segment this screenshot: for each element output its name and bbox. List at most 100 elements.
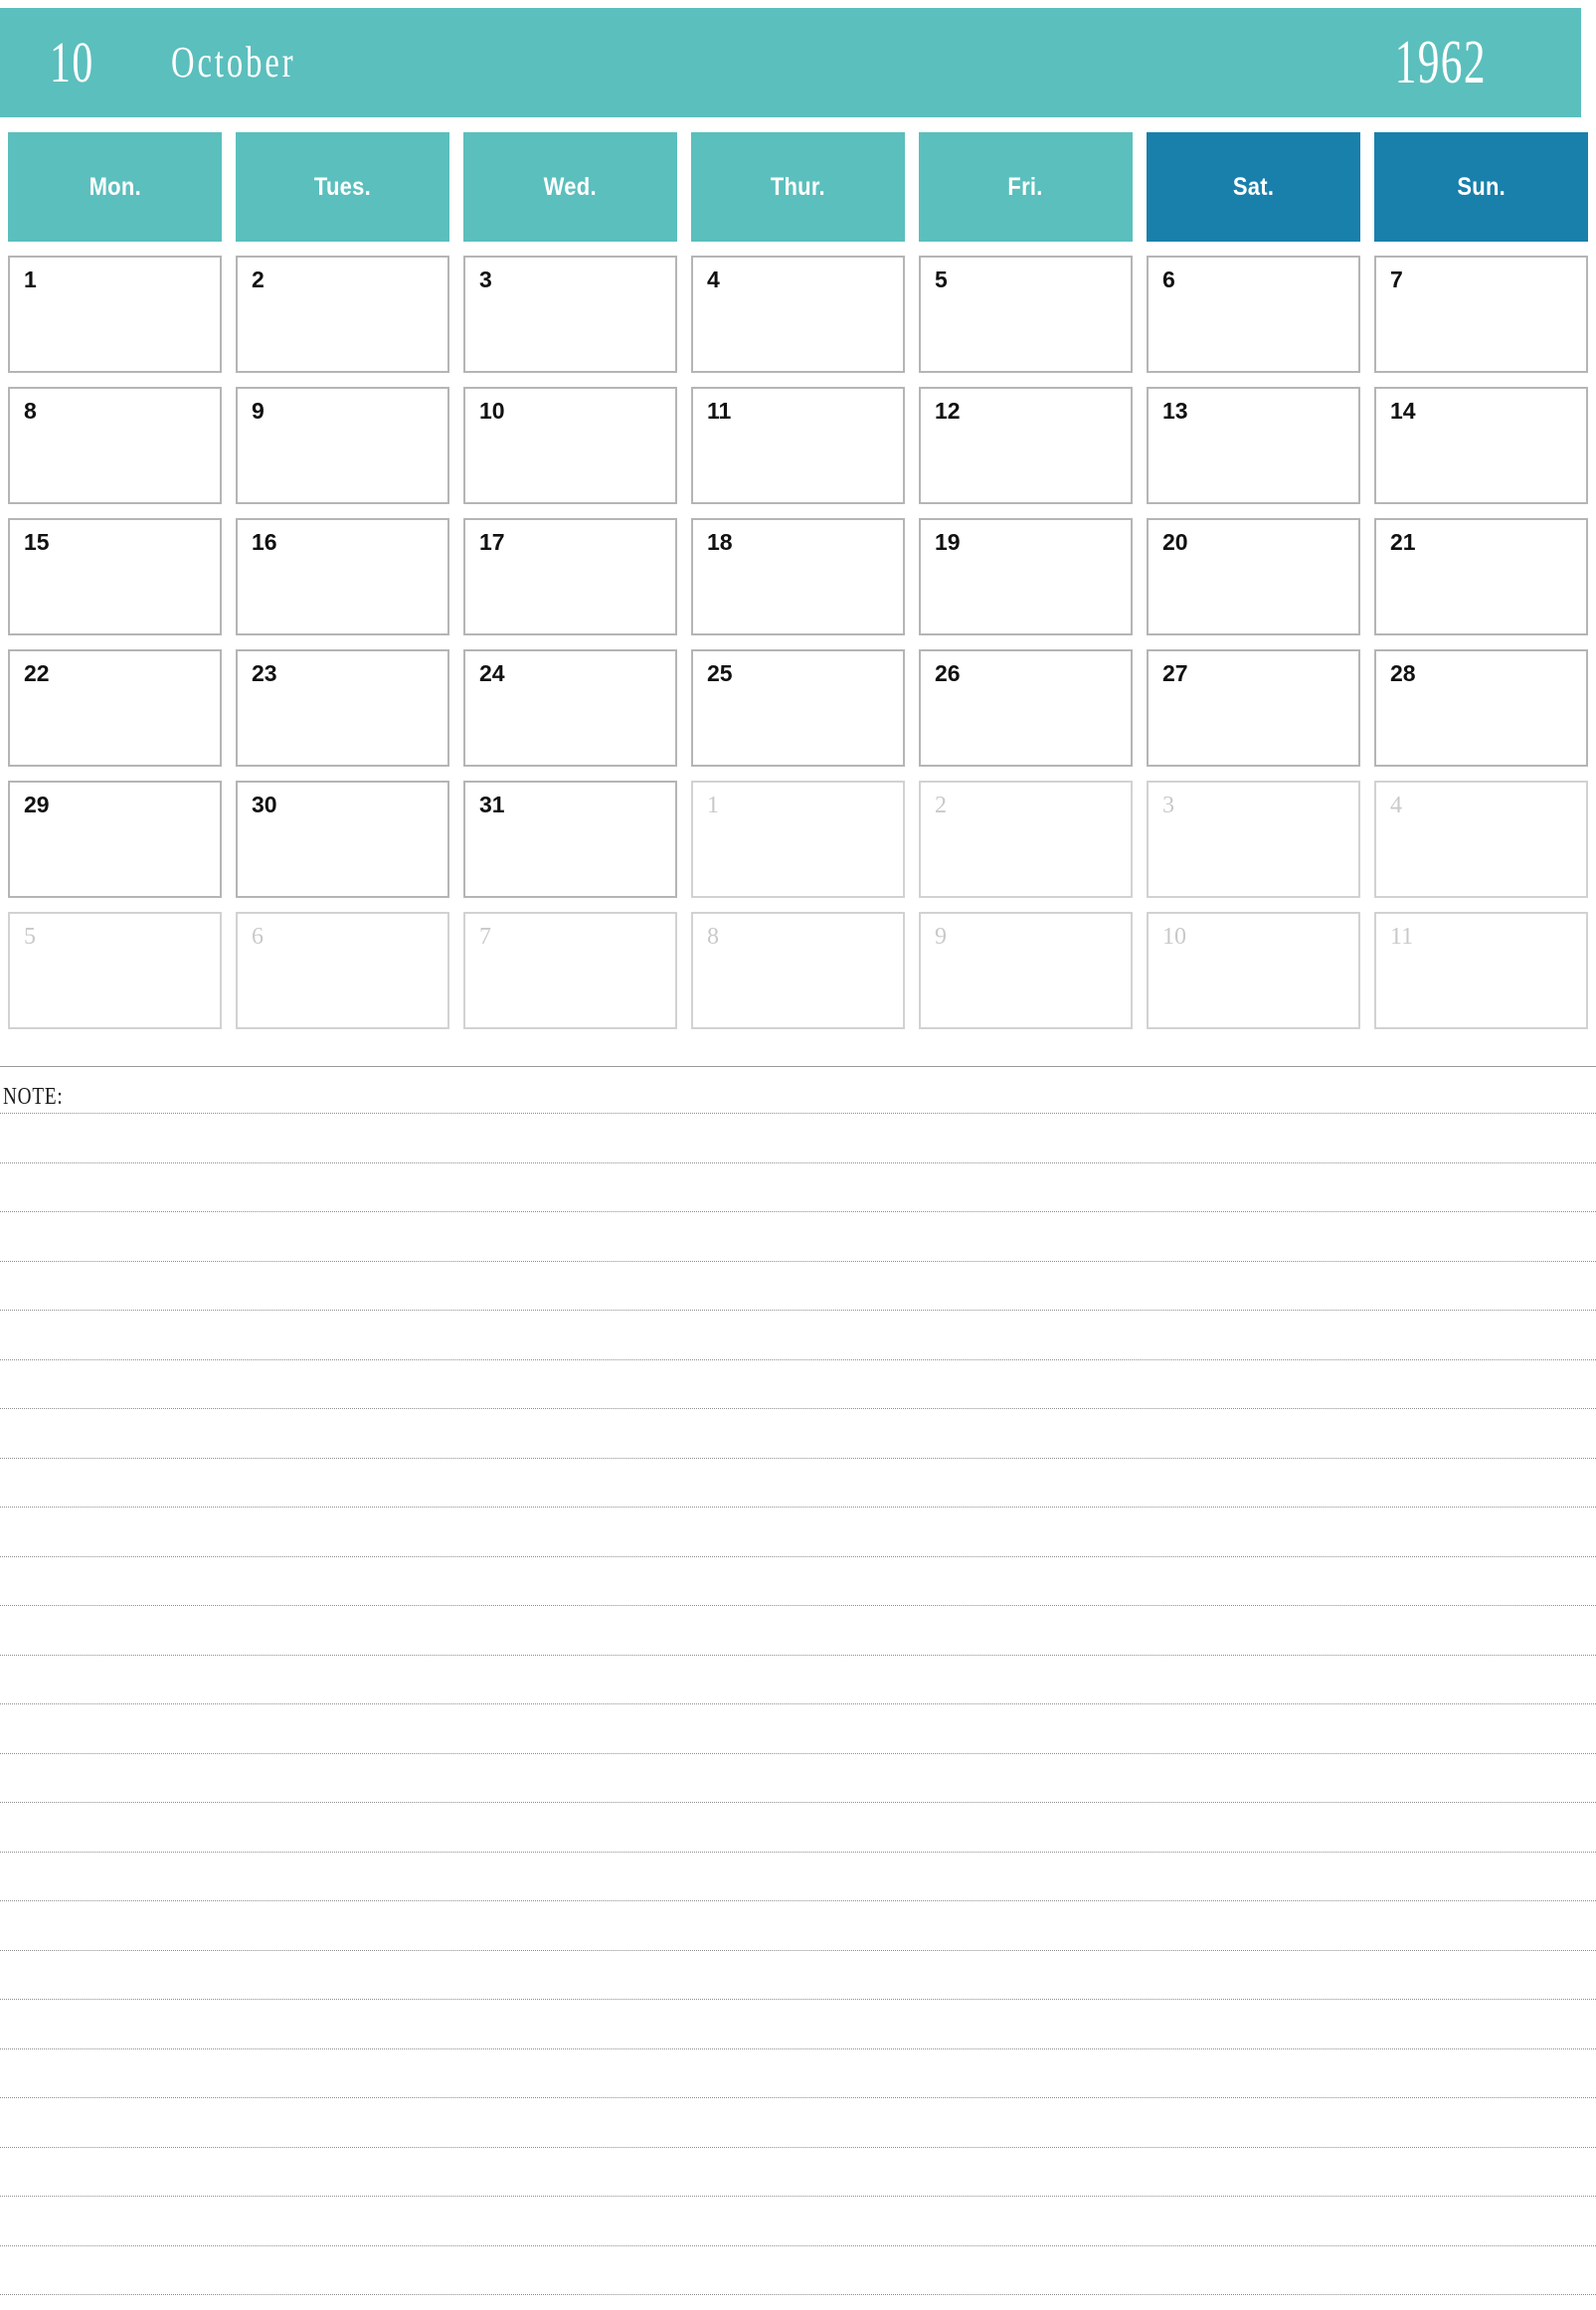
note-line[interactable] (0, 2196, 1596, 2197)
day-cell[interactable]: 20 (1147, 518, 1360, 635)
note-line[interactable] (0, 1752, 1596, 1754)
day-cell[interactable]: 6 (236, 912, 449, 1029)
note-line[interactable] (0, 1211, 1596, 1212)
note-line[interactable] (0, 1358, 1596, 1360)
calendar-weeks: 1 2 3 4 5 6 7 8 9 10 11 12 13 14 15 16 17 18 19 20 21 22 23 24 2… (8, 256, 1588, 1029)
note-line[interactable] (0, 2244, 1596, 2246)
day-number: 8 (24, 398, 37, 424)
day-cell[interactable]: 8 (691, 912, 905, 1029)
note-line[interactable] (0, 1113, 1596, 1114)
day-cell[interactable]: 18 (691, 518, 905, 635)
day-number: 26 (935, 660, 961, 686)
day-number: 7 (1390, 267, 1403, 292)
day-number: 7 (479, 924, 491, 950)
note-ruled-lines[interactable] (0, 1113, 1596, 2310)
day-cell[interactable]: 25 (691, 649, 905, 767)
day-cell[interactable]: 7 (1374, 256, 1588, 373)
day-cell[interactable]: 26 (919, 649, 1133, 767)
day-number: 31 (479, 792, 505, 817)
note-line[interactable] (0, 1310, 1596, 1311)
day-number: 1 (24, 267, 37, 292)
calendar-week-row: 8 9 10 11 12 13 14 (8, 387, 1588, 504)
note-label: NOTE: (3, 1084, 64, 1110)
day-cell[interactable]: 13 (1147, 387, 1360, 504)
note-line[interactable] (0, 2294, 1596, 2295)
note-line[interactable] (0, 1555, 1596, 1557)
note-line[interactable] (0, 1851, 1596, 1853)
note-section: NOTE: (0, 1066, 1596, 2295)
note-line[interactable] (0, 2146, 1596, 2148)
day-cell[interactable]: 28 (1374, 649, 1588, 767)
calendar-week-row: 5 6 7 8 9 10 11 (8, 912, 1588, 1029)
day-number: 6 (252, 924, 264, 950)
day-cell[interactable]: 4 (691, 256, 905, 373)
weekday-label: Fri. (1007, 172, 1044, 201)
note-line[interactable] (0, 1457, 1596, 1459)
note-top-divider (0, 1066, 1596, 1067)
weekday-header-sat: Sat. (1147, 132, 1360, 242)
note-line[interactable] (0, 1802, 1596, 1803)
day-cell[interactable]: 21 (1374, 518, 1588, 635)
note-line[interactable] (0, 1161, 1596, 1163)
day-number: 2 (935, 793, 947, 818)
note-line[interactable] (0, 2047, 1596, 2049)
note-line[interactable] (0, 1408, 1596, 1409)
day-cell[interactable]: 10 (1147, 912, 1360, 1029)
day-cell[interactable]: 1 (8, 256, 222, 373)
note-line[interactable] (0, 1900, 1596, 1901)
day-cell[interactable]: 9 (919, 912, 1133, 1029)
day-cell[interactable]: 1 (691, 781, 905, 898)
note-line[interactable] (0, 1507, 1596, 1508)
day-cell[interactable]: 2 (236, 256, 449, 373)
day-number: 22 (24, 660, 50, 686)
weekday-label: Wed. (543, 172, 598, 201)
day-number: 1 (707, 793, 719, 818)
day-cell[interactable]: 3 (1147, 781, 1360, 898)
day-cell[interactable]: 11 (1374, 912, 1588, 1029)
calendar-week-row: 29 30 31 1 2 3 4 (8, 781, 1588, 898)
day-cell[interactable]: 2 (919, 781, 1133, 898)
day-number: 10 (1162, 924, 1186, 950)
note-line[interactable] (0, 1949, 1596, 1951)
day-cell[interactable]: 15 (8, 518, 222, 635)
day-number: 14 (1390, 398, 1416, 424)
day-cell[interactable]: 3 (463, 256, 677, 373)
day-cell[interactable]: 22 (8, 649, 222, 767)
day-number: 6 (1162, 267, 1175, 292)
note-line[interactable] (0, 1260, 1596, 1262)
day-cell[interactable]: 10 (463, 387, 677, 504)
day-cell[interactable]: 24 (463, 649, 677, 767)
day-cell[interactable]: 23 (236, 649, 449, 767)
day-number: 8 (707, 924, 719, 950)
day-cell[interactable]: 12 (919, 387, 1133, 504)
day-number: 30 (252, 792, 277, 817)
day-cell[interactable]: 31 (463, 781, 677, 898)
day-number: 4 (1390, 793, 1402, 818)
day-cell[interactable]: 7 (463, 912, 677, 1029)
note-line[interactable] (0, 1654, 1596, 1656)
day-cell[interactable]: 30 (236, 781, 449, 898)
weekday-label: Mon. (89, 172, 141, 201)
day-cell[interactable]: 16 (236, 518, 449, 635)
day-cell[interactable]: 27 (1147, 649, 1360, 767)
weekday-header-mon: Mon. (8, 132, 222, 242)
day-cell[interactable]: 14 (1374, 387, 1588, 504)
day-number: 27 (1162, 660, 1188, 686)
note-line[interactable] (0, 2097, 1596, 2098)
day-cell[interactable]: 11 (691, 387, 905, 504)
day-cell[interactable]: 5 (919, 256, 1133, 373)
day-cell[interactable]: 17 (463, 518, 677, 635)
weekday-label: Tues. (313, 172, 372, 201)
day-cell[interactable]: 29 (8, 781, 222, 898)
day-cell[interactable]: 9 (236, 387, 449, 504)
note-line[interactable] (0, 1703, 1596, 1704)
weekday-header-wed: Wed. (463, 132, 677, 242)
note-line[interactable] (0, 1999, 1596, 2000)
day-cell[interactable]: 6 (1147, 256, 1360, 373)
day-cell[interactable]: 19 (919, 518, 1133, 635)
calendar-grid: Mon. Tues. Wed. Thur. Fri. Sat. Sun. 123456789… (8, 132, 1588, 1043)
day-cell[interactable]: 8 (8, 387, 222, 504)
note-line[interactable] (0, 1605, 1596, 1606)
day-cell[interactable]: 5 (8, 912, 222, 1029)
day-cell[interactable]: 4 (1374, 781, 1588, 898)
